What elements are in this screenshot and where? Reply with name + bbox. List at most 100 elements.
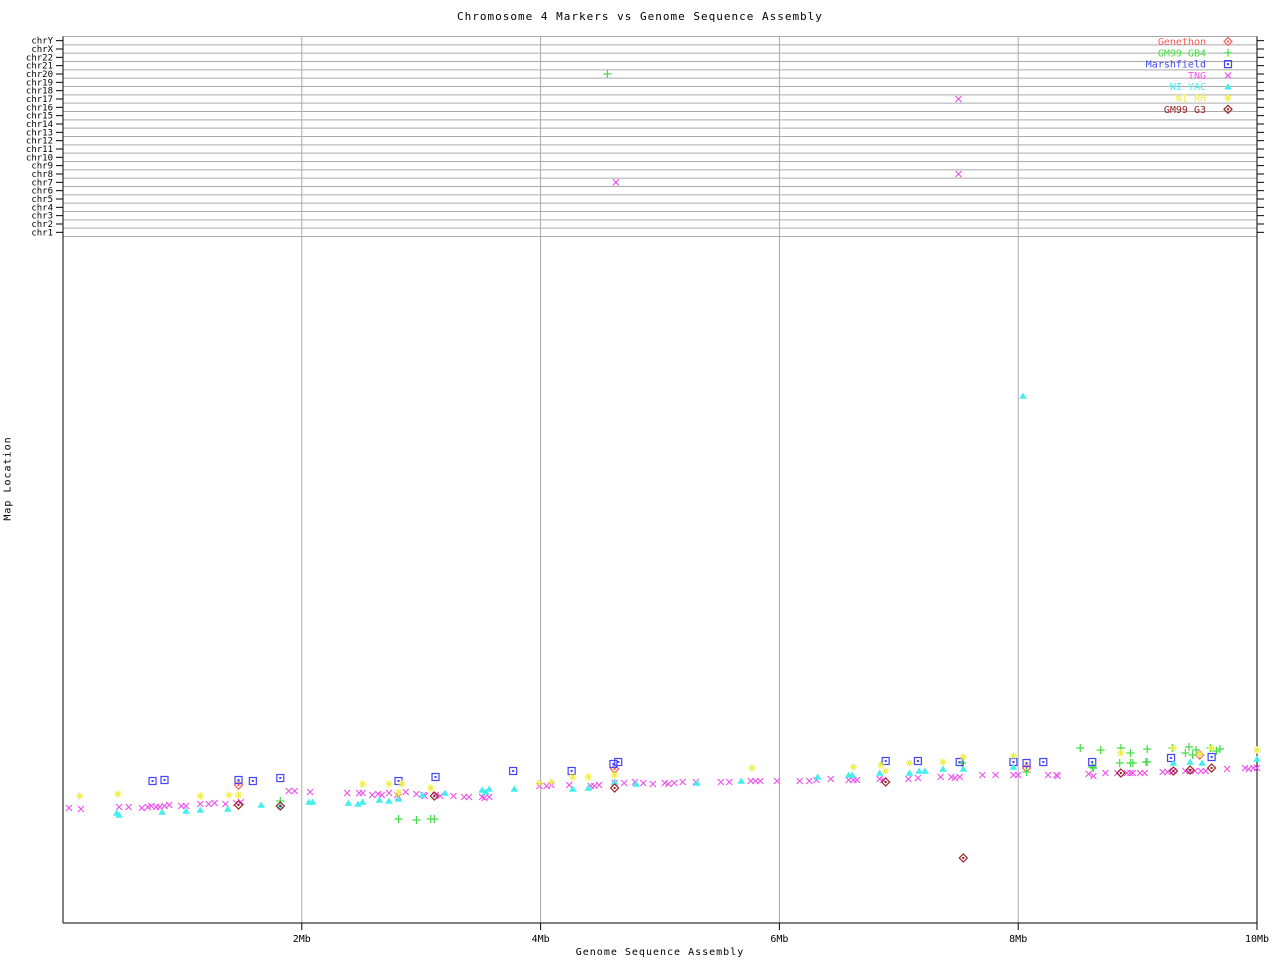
data-point-marker [196,792,205,800]
data-point-marker [465,793,473,801]
data-point-marker [603,69,612,78]
x-glyph [485,793,493,801]
triangle-glyph [441,789,449,796]
data-point-marker [77,805,85,813]
data-point-marker [612,178,620,186]
diamond-dot [1227,108,1229,111]
data-point-marker [248,776,257,786]
plus-glyph [1215,745,1224,753]
x-glyph [450,792,457,800]
x-glyph [978,771,986,779]
star-glyph [610,771,619,779]
data-point-marker [535,779,544,787]
chart-page: Chromosome 4 Markers vs Genome Sequence … [0,0,1280,960]
data-point-marker [285,787,293,795]
chromosome-label: chr1 [31,228,53,238]
data-point-marker [1019,392,1027,399]
star-glyph [358,780,367,788]
data-point-marker [450,792,457,800]
data-point-marker [649,780,657,788]
x-glyph [465,793,473,801]
data-point-marker [418,791,427,798]
x-glyph [853,776,861,784]
legend: GenethonGM99 GB4MarshfieldTNGWI YACWI RH… [1146,36,1233,116]
data-point-marker [138,804,146,812]
x-glyph [1044,771,1052,779]
legend-label: WI YAC [1170,82,1206,93]
triangle-glyph [257,801,266,808]
data-point-marker [1206,763,1217,773]
data-point-marker [234,791,243,799]
diamond-dot [237,784,240,786]
plus-glyph [1076,744,1085,752]
data-point-marker [1223,104,1233,115]
plus-glyph [603,69,612,78]
x-glyph [725,778,733,786]
data-point-marker [1181,749,1190,757]
star-glyph [426,784,435,792]
legend-label: Genethon [1158,37,1206,48]
triangle-glyph [905,769,914,776]
diamond-dot [613,787,616,789]
square-dot [512,770,515,772]
plot-area: chrYchrXchr22chr21chr20chr19chr18chr17ch… [26,36,1269,945]
data-point-marker [1223,765,1231,773]
data-point-marker [394,815,403,823]
star-glyph [905,759,914,767]
x-tick-label: 8Mb [1009,934,1027,945]
data-point-marker [485,785,494,792]
data-point-marker [939,758,947,766]
star-glyph [114,790,122,798]
star-glyph [877,761,885,769]
data-point-marker [1198,759,1206,766]
x-glyph [125,803,133,811]
star-glyph [225,791,233,799]
x-glyph [937,773,945,781]
star-glyph [196,792,205,800]
x-glyph [291,787,299,795]
data-point-marker [441,789,449,796]
diamond-dot [433,795,436,797]
triangle-glyph [196,806,205,813]
triangle-glyph [418,791,427,798]
series-marshfield [148,752,1216,786]
x-glyph [385,789,393,797]
data-point-marker [385,780,393,788]
star-glyph [385,780,393,788]
x-glyph [165,801,173,809]
data-point-marker [114,790,122,798]
data-point-marker [1141,769,1149,777]
x-glyph [285,787,293,795]
x-glyph [1101,769,1109,777]
data-point-marker [65,804,73,812]
data-point-marker [510,785,519,792]
data-point-marker [921,767,929,774]
square-dot [237,779,240,781]
data-point-marker [849,763,858,771]
data-point-marker [914,774,922,782]
data-point-marker [595,781,603,789]
data-point-marker [614,757,623,767]
square-dot [151,780,154,782]
data-point-marker [1253,746,1261,754]
data-point-marker [915,767,923,774]
data-point-marker [1126,749,1135,757]
triangle-glyph [939,765,947,772]
data-point-marker [375,796,384,803]
triangle-glyph [385,797,393,804]
data-point-marker [639,779,647,787]
plus-glyph [1096,746,1105,754]
data-point-marker [679,778,687,786]
triangle-glyph [223,805,232,812]
data-point-marker [276,773,285,783]
diamond-dot [1119,772,1122,774]
data-point-marker [385,797,393,804]
triangle-glyph [1198,759,1206,766]
data-point-marker [412,816,421,824]
data-point-marker [905,759,914,767]
square-dot [958,761,961,763]
diamond-dot [613,768,616,770]
series-wi-rh [75,744,1261,800]
data-point-marker [725,778,733,786]
x-glyph [827,775,835,783]
